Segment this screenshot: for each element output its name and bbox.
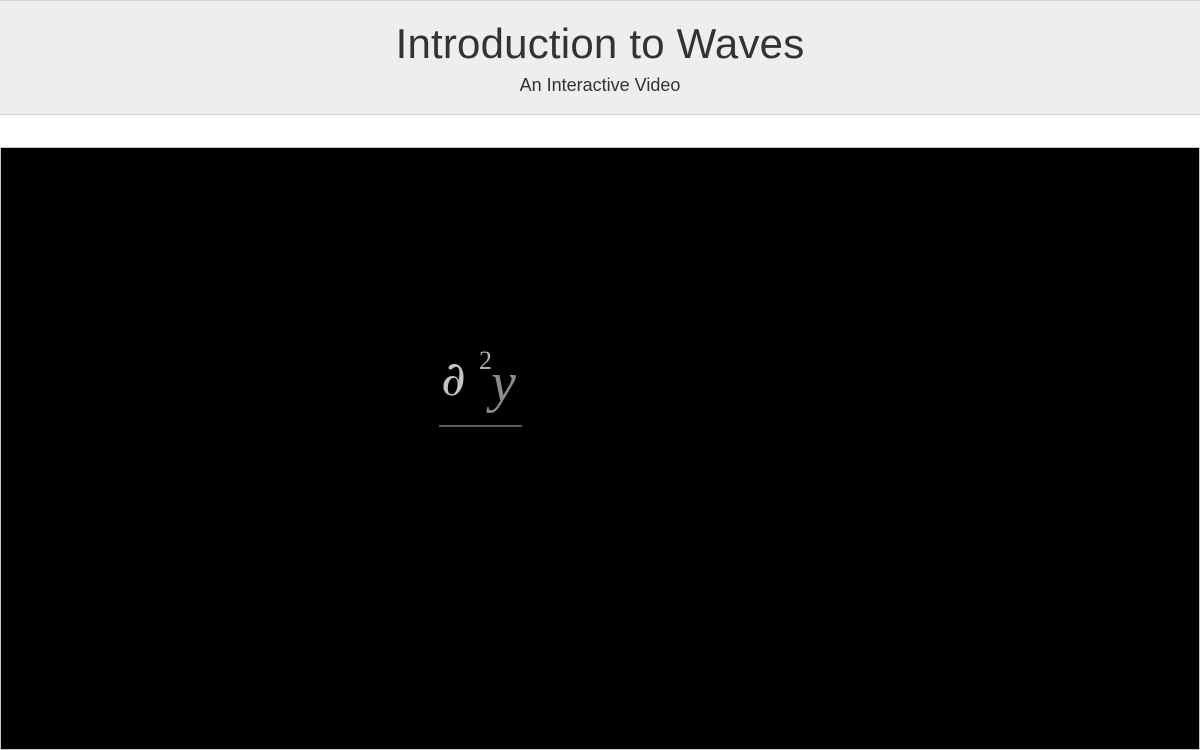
equation-variable: y (491, 352, 516, 414)
page-subtitle: An Interactive Video (519, 75, 681, 95)
page-header: Introduction to Waves An Interactive Vid… (0, 0, 1200, 115)
wave-equation: ∂ 2 y (437, 343, 525, 433)
video-player[interactable]: ∂ 2 y (0, 147, 1200, 750)
page-title: Introduction to Waves (395, 20, 805, 67)
partial-derivative-symbol: ∂ (441, 351, 466, 407)
fraction-bar (439, 425, 522, 427)
